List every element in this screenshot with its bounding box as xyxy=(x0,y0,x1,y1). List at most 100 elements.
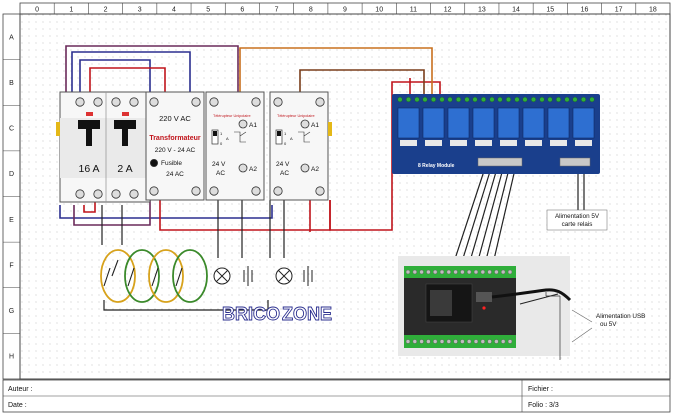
relay-power-line-1: Alimentation 5V xyxy=(555,213,600,220)
breaker-toggle[interactable] xyxy=(78,120,100,129)
relay-power-header[interactable] xyxy=(559,157,591,167)
breaker-indicator xyxy=(122,112,129,116)
fuse-label: Fusible xyxy=(161,160,182,167)
coil-a1-label: A1 xyxy=(249,122,257,129)
circuit-breakers: 16 A 2 A xyxy=(56,91,151,203)
column-label: 2 xyxy=(104,7,108,14)
screw-top xyxy=(405,269,411,275)
relay-block[interactable] xyxy=(547,107,570,139)
relay-terminal-screw xyxy=(422,96,428,102)
screw-top xyxy=(412,269,417,275)
relay-terminal-screw xyxy=(414,96,420,102)
terminal-screw xyxy=(315,97,325,107)
screw-bottom xyxy=(467,339,472,344)
column-label: 16 xyxy=(581,7,589,14)
logo-part-2: Zone xyxy=(282,304,332,324)
column-label: 15 xyxy=(546,7,554,14)
relay-signal-header[interactable] xyxy=(477,157,523,167)
screw-bottom xyxy=(439,339,445,344)
transformer: 220 V AC Transformateur 220 V - 24 AC Fu… xyxy=(145,91,205,201)
terminal-screw xyxy=(75,97,85,107)
contactor-housing xyxy=(269,91,329,201)
relay-terminal-screw xyxy=(481,96,487,102)
terminal-screw xyxy=(129,189,139,199)
coil-terminal-a1 xyxy=(300,119,310,129)
screw-bottom xyxy=(460,339,465,344)
relay-power-line-2: carte relais xyxy=(562,221,593,228)
relay-terminal-screw xyxy=(514,96,520,102)
relay-block[interactable] xyxy=(447,107,470,139)
terminal-screw xyxy=(75,189,85,199)
relay-block[interactable] xyxy=(497,107,520,139)
impulse-relay-1[interactable]: Télérupteur Unipolaire A1 1 0 A A2 24 V … xyxy=(205,91,265,201)
mcu-shield xyxy=(430,290,452,316)
relay-block[interactable] xyxy=(397,107,420,139)
terminal-screw xyxy=(129,97,139,107)
breaker-rating-label: 2 A xyxy=(117,163,132,175)
relay-terminal-screw xyxy=(431,96,437,102)
screw-top xyxy=(501,269,506,275)
relay-terminal-screw xyxy=(489,96,495,102)
relay-led-strip xyxy=(400,140,417,146)
relay-block[interactable] xyxy=(472,107,495,139)
transformer-title: Transformateur xyxy=(149,135,201,142)
transformer-output-label: 24 AC xyxy=(166,171,184,178)
terminal-screw xyxy=(251,97,261,107)
fuse-holder-icon[interactable] xyxy=(149,158,158,167)
screw-bottom xyxy=(453,339,458,344)
screw-bottom xyxy=(494,339,499,344)
column-label: 6 xyxy=(240,7,244,14)
transformer-ratio: 220 V - 24 AC xyxy=(155,147,196,154)
row-label: G xyxy=(9,308,14,315)
relay-terminal-screw xyxy=(497,96,503,102)
screw-top xyxy=(439,269,445,275)
column-label: 8 xyxy=(309,7,313,14)
bricozone-logo: Brico Zone xyxy=(222,304,333,325)
coil-voltage: 24 V xyxy=(276,161,290,168)
relay-terminal-screw xyxy=(581,96,587,102)
screw-top xyxy=(507,269,513,275)
column-label: 9 xyxy=(343,7,347,14)
screw-top xyxy=(426,269,431,275)
relay-block[interactable] xyxy=(422,107,445,139)
relay-block[interactable] xyxy=(522,107,545,139)
terminal-screw xyxy=(273,186,283,196)
breaker-toggle[interactable] xyxy=(114,120,136,129)
screw-bottom xyxy=(487,339,492,344)
screw-top xyxy=(446,269,451,275)
relay-terminal-screw xyxy=(472,96,478,102)
column-label: 18 xyxy=(649,7,657,14)
breaker-toggle-stem xyxy=(122,128,128,146)
switch-label-a: A xyxy=(226,136,229,141)
screw-top xyxy=(419,269,424,275)
screw-bottom xyxy=(501,339,506,344)
file-label: Fichier : xyxy=(528,386,553,393)
lamp-2[interactable] xyxy=(275,267,293,285)
column-label: 5 xyxy=(206,7,210,14)
coil-terminal-a2 xyxy=(238,163,248,173)
folio-label: Folio : 3/3 xyxy=(528,402,559,409)
coil-type: AC xyxy=(216,170,225,177)
screw-bottom xyxy=(405,339,411,344)
relay-terminal-screw xyxy=(456,96,462,102)
screw-top xyxy=(494,269,499,275)
relay-block[interactable] xyxy=(572,107,595,139)
relay-module: 8 Relay Module xyxy=(392,94,600,174)
screw-bottom xyxy=(473,339,479,344)
breaker-toggle-stem xyxy=(86,128,92,146)
author-label: Auteur : xyxy=(8,386,33,393)
screw-bottom xyxy=(419,339,424,344)
lamp-1[interactable] xyxy=(213,267,231,285)
microcontroller-board xyxy=(398,256,572,360)
relay-led-strip xyxy=(500,140,517,146)
impulse-relay-2[interactable]: Télérupteur Unipolaire A1 1 0 A A2 24 V … xyxy=(269,91,332,201)
relay-led-strip xyxy=(450,140,467,146)
terminal-screw xyxy=(111,189,121,199)
usb-connector[interactable] xyxy=(476,292,492,302)
logo-part-1: Brico xyxy=(222,304,280,324)
coil-a1-label: A1 xyxy=(311,122,319,129)
date-label: Date : xyxy=(8,402,27,409)
column-label: 10 xyxy=(375,7,383,14)
relay-terminal-screw xyxy=(406,96,412,102)
relay-terminal-screw xyxy=(464,96,470,102)
